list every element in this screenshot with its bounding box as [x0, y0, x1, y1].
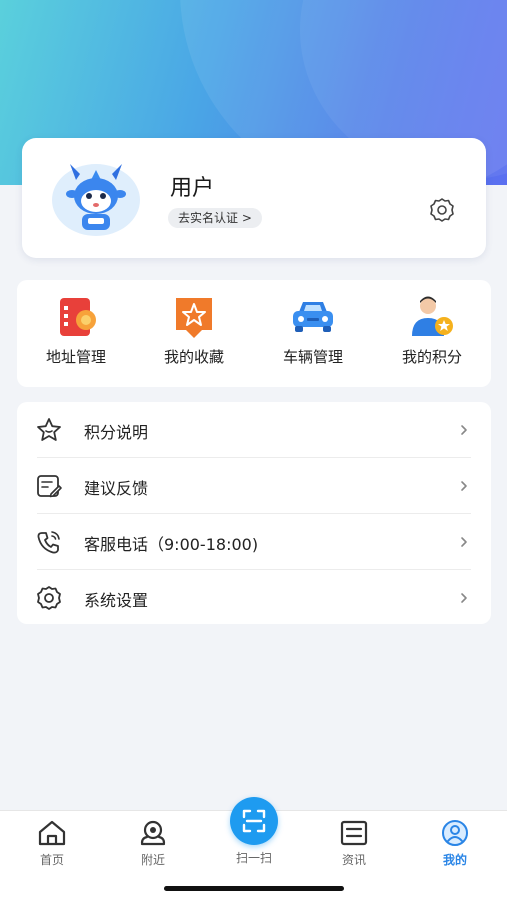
chevron-right-icon — [461, 425, 467, 435]
phone-icon — [37, 531, 60, 554]
menu-item-feedback[interactable]: 建议反馈 — [17, 458, 491, 514]
favorite-star-icon — [176, 298, 212, 338]
settings-menu: 积分说明 建议反馈 客服电话（9:00-18:00) 系统设置 — [17, 402, 491, 624]
scan-label: 扫一扫 — [235, 851, 272, 865]
vehicle-management-button[interactable]: 车辆管理 — [258, 294, 368, 374]
chevron-right-icon — [461, 481, 467, 491]
quick-action-label: 车辆管理 — [282, 348, 343, 366]
home-icon — [38, 820, 66, 846]
address-book-icon — [60, 298, 96, 336]
menu-item-points-info[interactable]: 积分说明 — [17, 402, 491, 458]
gear-icon — [37, 586, 61, 610]
location-icon — [140, 820, 166, 846]
my-points-button[interactable]: 我的积分 — [377, 294, 487, 374]
profile-icon — [442, 820, 468, 846]
address-management-button[interactable]: 地址管理 — [21, 294, 131, 374]
tab-label: 附近 — [140, 853, 165, 867]
tab-label: 我的 — [442, 853, 467, 867]
home-indicator — [164, 886, 344, 891]
quick-action-label: 我的收藏 — [163, 348, 224, 366]
verify-identity-button[interactable]: 去实名认证 > — [168, 208, 262, 228]
quick-action-label: 我的积分 — [401, 348, 462, 366]
menu-item-label: 建议反馈 — [84, 479, 149, 498]
quick-actions-card: 地址管理 我的收藏 车辆管理 我的积分 — [17, 280, 491, 387]
menu-item-system-settings[interactable]: 系统设置 — [17, 570, 491, 626]
scan-icon — [242, 809, 266, 833]
menu-item-label: 系统设置 — [84, 591, 149, 610]
star-outline-icon — [37, 418, 61, 441]
scan-button[interactable] — [230, 797, 278, 845]
car-icon — [293, 302, 333, 332]
tab-news[interactable]: 资讯 — [314, 819, 394, 875]
settings-button[interactable] — [426, 194, 458, 226]
quick-action-label: 地址管理 — [45, 348, 106, 366]
tab-home[interactable]: 首页 — [12, 819, 92, 875]
gear-icon — [430, 198, 454, 222]
user-points-icon — [412, 296, 453, 336]
chevron-right-icon — [461, 593, 467, 603]
my-favorites-button[interactable]: 我的收藏 — [139, 294, 249, 374]
feedback-edit-icon — [37, 475, 62, 498]
news-icon — [340, 820, 368, 846]
tab-label: 首页 — [39, 853, 64, 867]
tab-label: 资讯 — [341, 853, 366, 867]
menu-item-customer-service[interactable]: 客服电话（9:00-18:00) — [17, 514, 491, 570]
profile-card: 用户 去实名认证 > — [22, 138, 486, 258]
avatar[interactable] — [50, 160, 142, 236]
tab-nearby[interactable]: 附近 — [113, 819, 193, 875]
tab-mine[interactable]: 我的 — [415, 819, 495, 875]
menu-item-label: 积分说明 — [84, 423, 149, 442]
username: 用户 — [170, 176, 215, 201]
menu-item-label: 客服电话（9:00-18:00) — [84, 535, 259, 554]
chevron-right-icon — [461, 537, 467, 547]
